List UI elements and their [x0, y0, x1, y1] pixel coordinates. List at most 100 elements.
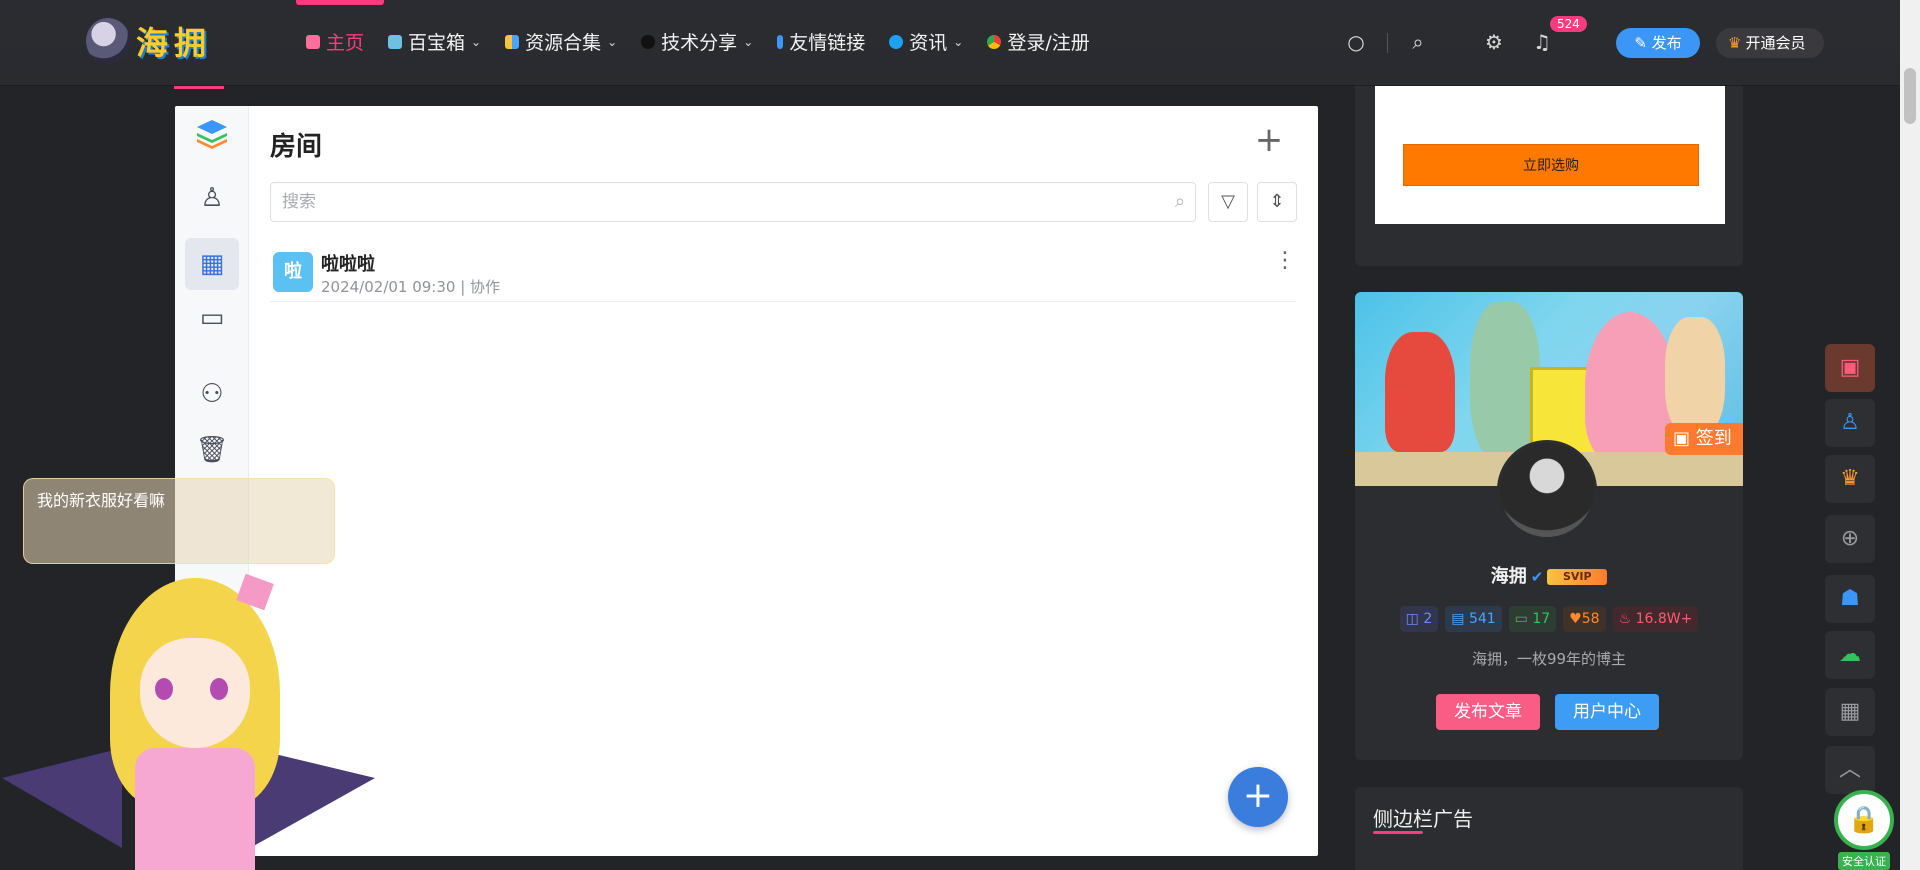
title-underline [1373, 831, 1423, 834]
nav-login[interactable]: 登录/注册 [987, 28, 1090, 55]
publish-article-button[interactable]: 发布文章 [1436, 694, 1540, 730]
stat-value: 17 [1532, 611, 1551, 627]
mascot-wing [2, 748, 122, 848]
layers-logo-icon[interactable] [185, 116, 239, 168]
pencil-icon: ✎ [1634, 34, 1647, 52]
sidebar-ad-title: 侧边栏广告 [1373, 807, 1473, 831]
svip-badge: SVIP [1547, 569, 1608, 585]
vip-label: 开通会员 [1745, 34, 1806, 52]
stat-likes: ♥58 [1563, 606, 1606, 632]
add-room-button[interactable]: + [1249, 120, 1289, 160]
room-name: 啦啦啦 [321, 254, 375, 275]
add-circle-icon[interactable]: ⊕ [1825, 515, 1875, 563]
stat-views: ♨ 16.8W+ [1612, 606, 1699, 632]
chrome-icon [987, 34, 1002, 49]
search-input[interactable] [271, 183, 1131, 221]
site-header: 海拥 主页 百宝箱 ⌄ 资源合集 ⌄ 技术分享 ⌄ 友情链接 资讯 ⌄ 登录/注… [0, 0, 1900, 86]
pen-icon [777, 34, 784, 49]
more-vertical-icon[interactable]: ⋮ [1274, 250, 1296, 272]
page-scrollbar[interactable] [1900, 0, 1920, 870]
mascot-eye [210, 678, 228, 700]
chat-icon: ◫ [1405, 611, 1424, 627]
stat-articles: ▤ 541 [1445, 606, 1502, 632]
stat-comments: ▭ 17 [1508, 606, 1557, 632]
file-icon: ▤ [1451, 611, 1469, 627]
ssl-label: 安全认证 [1838, 852, 1890, 870]
scrollbar-thumb[interactable] [1904, 68, 1916, 124]
notification-badge: 524 [1550, 16, 1587, 32]
nav-tech[interactable]: 技术分享 ⌄ [641, 28, 753, 55]
sort-button[interactable]: ⇕ [1257, 182, 1297, 222]
lock-icon: 🔒 [1834, 790, 1894, 850]
banner-art [1665, 317, 1725, 437]
nav-label: 百宝箱 [408, 32, 466, 54]
stat-posts-chat: ◫ 2 [1399, 606, 1439, 632]
gear-icon[interactable]: ⚙ [1482, 30, 1506, 54]
avatar[interactable] [1497, 440, 1597, 540]
chevron-down-icon: ⌄ [953, 34, 964, 49]
group-icon[interactable]: ⚇ [185, 368, 239, 420]
heart-icon: ♥ [1569, 611, 1582, 627]
add-fab-button[interactable]: + [1228, 767, 1288, 827]
wechat-icon[interactable]: ☁ [1825, 631, 1875, 679]
room-meta: 2024/02/01 09:30 | 协作 [321, 278, 501, 296]
nav-resources[interactable]: 资源合集 ⌄ [505, 28, 617, 55]
list-item[interactable]: 啦 啦啦啦 2024/02/01 09:30 | 协作 ⋮ [270, 242, 1296, 302]
chevron-down-icon: ⌄ [607, 34, 618, 49]
gift-icon[interactable]: ▣ [1825, 344, 1875, 392]
rooms-grid-icon[interactable]: ▦ [185, 238, 239, 290]
search-icon[interactable]: ⌕ [1406, 30, 1430, 54]
qrcode-icon[interactable]: ▦ [1825, 688, 1875, 736]
nav-links[interactable]: 友情链接 [777, 28, 865, 55]
stat-value: 16.8W+ [1635, 611, 1693, 627]
author-name[interactable]: 海拥 [1491, 566, 1527, 587]
search-icon[interactable]: ⌕ [1175, 191, 1185, 212]
bell-icon[interactable]: ♫ [1530, 30, 1554, 54]
calendar-icon: ▣ [1673, 428, 1691, 449]
filter-button[interactable]: ▽ [1208, 182, 1248, 222]
logo-avatar [86, 18, 130, 64]
author-description: 海拥，一枚99年的博主 [1471, 650, 1627, 668]
banner-art [1585, 312, 1675, 462]
mascot-speech-bubble: 我的新衣服好看嘛 [23, 478, 335, 564]
nav-label: 资讯 [909, 32, 948, 54]
twitter-icon [889, 34, 904, 49]
page-title: 房间 [270, 132, 323, 162]
trash-icon[interactable]: 🗑 [185, 424, 239, 476]
nav-news[interactable]: 资讯 ⌄ [889, 28, 963, 55]
site-logo[interactable]: 海拥 [86, 18, 212, 64]
nav-toolbox[interactable]: 百宝箱 ⌄ [388, 28, 481, 55]
ad-card: 立即选购 [1355, 86, 1743, 266]
stat-value: 541 [1468, 611, 1496, 627]
buy-now-button[interactable]: 立即选购 [1403, 144, 1699, 186]
qq-icon[interactable]: ☗ [1825, 575, 1875, 623]
publish-button[interactable]: ✎ 发布 [1616, 28, 1700, 58]
comment-icon: ▭ [1514, 611, 1533, 627]
mascot-message: 我的新衣服好看嘛 [37, 491, 166, 510]
signin-button[interactable]: ▣ 签到 [1665, 423, 1743, 455]
ssl-seal[interactable]: 🔒 安全认证 [1834, 790, 1900, 870]
nav-label: 登录/注册 [1007, 32, 1090, 54]
nav-home[interactable]: 主页 [306, 28, 364, 55]
github-icon [641, 34, 656, 49]
toolbox-icon [388, 34, 403, 49]
crown-icon[interactable]: ♛ [1825, 455, 1875, 503]
chevron-down-icon: ⌄ [471, 34, 482, 49]
nav-label: 技术分享 [661, 32, 738, 54]
live2d-mascot[interactable] [0, 573, 380, 870]
vip-button[interactable]: ♛ 开通会员 [1716, 28, 1824, 58]
room-search: ⌕ [270, 182, 1196, 222]
nav-label: 友情链接 [789, 32, 866, 54]
back-to-top-icon[interactable]: ︿ [1825, 746, 1875, 794]
sort-icon: ⇕ [1269, 191, 1285, 212]
archive-icon[interactable]: ▭ [185, 292, 239, 344]
stat-value: 2 [1423, 611, 1433, 627]
banner-art [1385, 332, 1455, 452]
grid-icon [505, 34, 520, 49]
main-nav: 主页 百宝箱 ⌄ 资源合集 ⌄ 技术分享 ⌄ 友情链接 资讯 ⌄ 登录/注册 [306, 28, 1114, 55]
user-icon[interactable]: ♙ [1825, 399, 1875, 447]
theme-bulb-icon[interactable]: ○ [1344, 30, 1368, 54]
publish-label: 发布 [1651, 34, 1682, 52]
user-icon[interactable]: ♙ [185, 172, 239, 224]
user-center-button[interactable]: 用户中心 [1555, 694, 1659, 730]
